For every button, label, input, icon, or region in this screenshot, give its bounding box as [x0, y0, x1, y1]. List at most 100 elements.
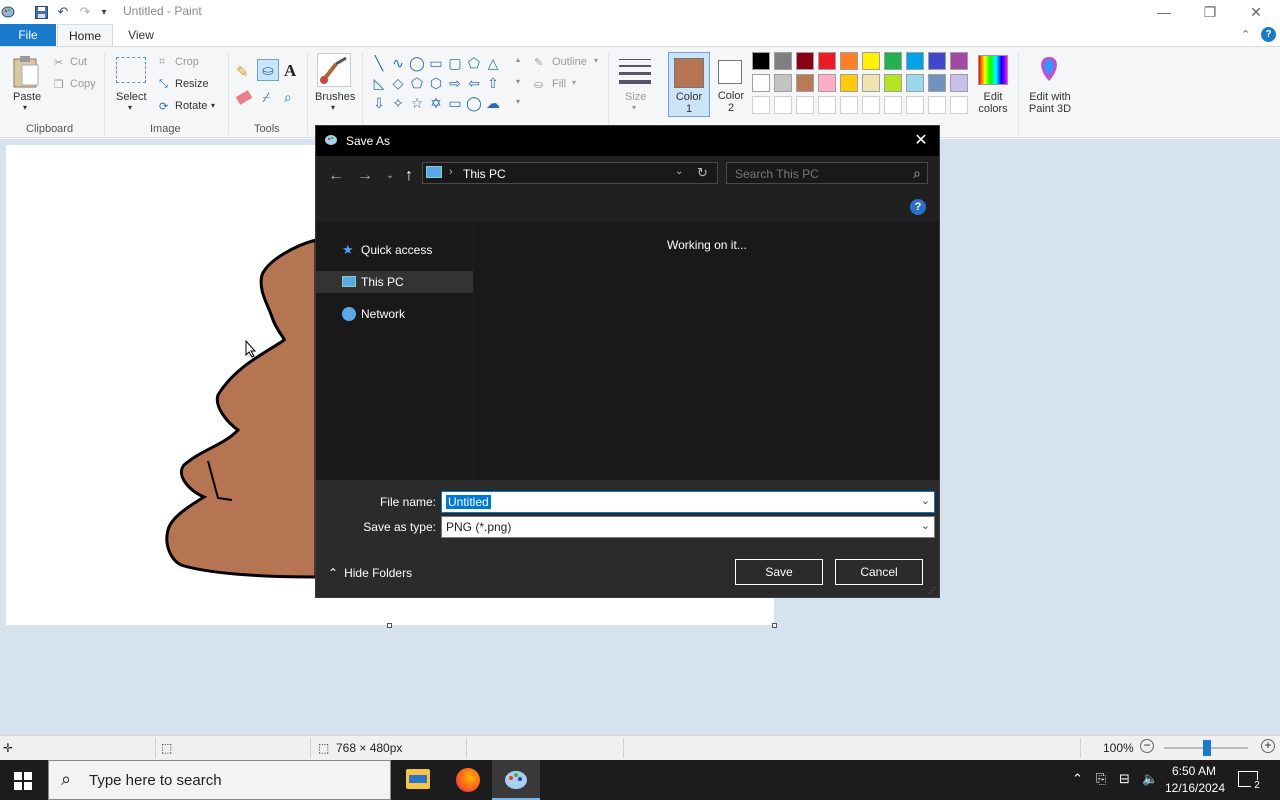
copy-button[interactable]: Copy — [70, 78, 96, 90]
color2-button[interactable]: Color 2 — [712, 52, 750, 117]
palette-swatch[interactable] — [752, 52, 770, 70]
back-arrow-icon[interactable]: ← — [326, 166, 346, 186]
taskbar-search-box[interactable]: ⌕ Type here to search — [48, 760, 391, 800]
palette-swatch[interactable] — [884, 52, 902, 70]
palette-swatch[interactable] — [752, 74, 770, 92]
palette-swatch[interactable] — [950, 52, 968, 70]
crop-button[interactable]: Crop — [175, 56, 199, 68]
five-point-star-icon[interactable]: ☆ — [409, 95, 425, 111]
up-arrow-icon[interactable]: ↑ — [399, 166, 419, 186]
size-icon[interactable] — [619, 57, 651, 84]
cancel-button[interactable]: Cancel — [835, 559, 923, 585]
triangle-shape-icon[interactable]: △ — [485, 55, 501, 71]
volume-icon[interactable]: 🔈 — [1142, 771, 1158, 787]
custom-color-swatch[interactable] — [818, 96, 836, 114]
address-dropdown-icon[interactable]: ⌄ — [675, 166, 683, 177]
paint3d-icon[interactable] — [1034, 55, 1064, 85]
select-icon[interactable] — [116, 57, 146, 83]
paste-label[interactable]: Paste — [13, 91, 41, 103]
palette-swatch[interactable] — [840, 74, 858, 92]
oval-shape-icon[interactable]: ◯ — [409, 55, 425, 71]
size-button[interactable]: Size — [625, 91, 646, 103]
refresh-icon[interactable]: ↻ — [697, 165, 708, 181]
canvas-resize-handle[interactable] — [772, 623, 777, 628]
save-type-select[interactable]: PNG (*.png) ⌄ — [441, 516, 935, 538]
shapes-scroll-up-icon[interactable]: ▴ — [516, 55, 520, 64]
custom-color-swatch[interactable] — [884, 96, 902, 114]
palette-swatch[interactable] — [862, 74, 880, 92]
clock-date[interactable]: 12/16/2024 — [1160, 781, 1230, 795]
palette-swatch[interactable] — [928, 74, 946, 92]
nav-item-network[interactable]: Network — [316, 303, 473, 325]
address-bar[interactable]: › This PC ⌄ ↻ — [422, 162, 718, 184]
minimize-button[interactable]: — — [1141, 0, 1187, 24]
forward-arrow-icon[interactable]: → — [355, 166, 375, 186]
customize-toolbar-icon[interactable]: ▾ — [96, 4, 112, 20]
paint-taskbar-button[interactable] — [492, 760, 540, 800]
paste-dropdown-icon[interactable]: ▾ — [23, 103, 27, 112]
left-arrow-shape-icon[interactable]: ⇦ — [466, 75, 482, 91]
outline-button[interactable]: Outline — [552, 56, 587, 68]
cut-button[interactable]: Cut — [70, 56, 87, 68]
edit-colors-button[interactable]: Edit colors — [976, 91, 1010, 115]
shapes-gallery[interactable]: ╲ ∿ ◯ ▭ ▢ ⬠ △ ◺ ◇ ⬠ ⬡ ⇨ ⇦ ⇧ ⇩ ✧ ☆ ✡ ▭ ◯ … — [369, 55, 517, 115]
custom-color-swatch[interactable] — [840, 96, 858, 114]
rectangle-shape-icon[interactable]: ▭ — [428, 55, 444, 71]
tray-overflow-icon[interactable]: ⌃ — [1072, 771, 1083, 787]
palette-swatch[interactable] — [796, 52, 814, 70]
custom-color-swatch[interactable] — [862, 96, 880, 114]
line-shape-icon[interactable]: ╲ — [371, 55, 387, 71]
select-button[interactable]: Select — [116, 91, 147, 103]
right-arrow-shape-icon[interactable]: ⇨ — [447, 75, 463, 91]
polygon-shape-icon[interactable]: ⬠ — [466, 55, 482, 71]
palette-swatch[interactable] — [862, 52, 880, 70]
dialog-help-icon[interactable]: ? — [910, 199, 926, 215]
edit-colors-icon[interactable] — [978, 55, 1008, 85]
right-triangle-shape-icon[interactable]: ◺ — [371, 75, 387, 91]
save-type-dropdown-icon[interactable]: ⌄ — [921, 519, 930, 532]
dialog-close-icon[interactable]: ✕ — [911, 131, 931, 151]
color-picker-icon[interactable]: ⌿ — [262, 89, 270, 106]
fill-bucket-icon[interactable]: ⛀ — [257, 59, 279, 81]
palette-swatch[interactable] — [840, 52, 858, 70]
palette-swatch[interactable] — [818, 74, 836, 92]
shapes-expand-icon[interactable]: ▾ — [516, 97, 520, 106]
callout-oval-icon[interactable]: ◯ — [466, 95, 482, 111]
callout-rect-icon[interactable]: ▭ — [447, 95, 463, 111]
hide-folders-button[interactable]: ⌃ Hide Folders — [328, 566, 412, 580]
brushes-dropdown-icon[interactable]: ▾ — [331, 103, 335, 112]
tab-view[interactable]: View — [113, 24, 169, 46]
canvas-resize-handle[interactable] — [387, 623, 392, 628]
four-point-star-icon[interactable]: ✧ — [390, 95, 406, 111]
shapes-scroll-down-icon[interactable]: ▾ — [516, 77, 520, 86]
zoom-out-icon[interactable]: − — [1140, 739, 1154, 753]
save-icon[interactable] — [33, 4, 49, 20]
tab-home[interactable]: Home — [57, 24, 113, 47]
file-explorer-icon[interactable] — [406, 769, 430, 789]
save-button[interactable]: Save — [735, 559, 823, 585]
recent-locations-chevron-icon[interactable]: ⌄ — [380, 166, 400, 186]
firefox-icon[interactable] — [456, 768, 480, 792]
select-dropdown-icon[interactable]: ▾ — [128, 103, 132, 112]
start-windows-icon[interactable] — [14, 772, 32, 793]
resize-button[interactable]: Resize — [175, 78, 209, 90]
rotate-button[interactable]: Rotate — [175, 100, 207, 112]
callout-cloud-icon[interactable]: ☁ — [485, 95, 501, 111]
palette-swatch[interactable] — [928, 52, 946, 70]
palette-swatch[interactable] — [818, 52, 836, 70]
palette-swatch[interactable] — [884, 74, 902, 92]
text-tool-icon[interactable]: A — [284, 61, 296, 81]
up-arrow-shape-icon[interactable]: ⇧ — [485, 75, 501, 91]
six-point-star-icon[interactable]: ✡ — [428, 95, 444, 111]
brushes-icon[interactable] — [317, 53, 351, 87]
edit-with-paint3d-button[interactable]: Edit with Paint 3D — [1026, 91, 1074, 115]
down-arrow-shape-icon[interactable]: ⇩ — [371, 95, 387, 111]
nav-item-this-pc[interactable]: This PC — [316, 271, 473, 293]
palette-swatch[interactable] — [774, 52, 792, 70]
brushes-button[interactable]: Brushes — [315, 91, 355, 103]
magnifier-icon[interactable]: ⌕ — [284, 89, 292, 106]
outline-dropdown-icon[interactable]: ▾ — [594, 56, 598, 65]
palette-swatch[interactable] — [796, 74, 814, 92]
color1-button[interactable]: Color 1 — [668, 52, 710, 117]
search-this-pc-input[interactable]: Search This PC ⌕ — [726, 162, 928, 184]
